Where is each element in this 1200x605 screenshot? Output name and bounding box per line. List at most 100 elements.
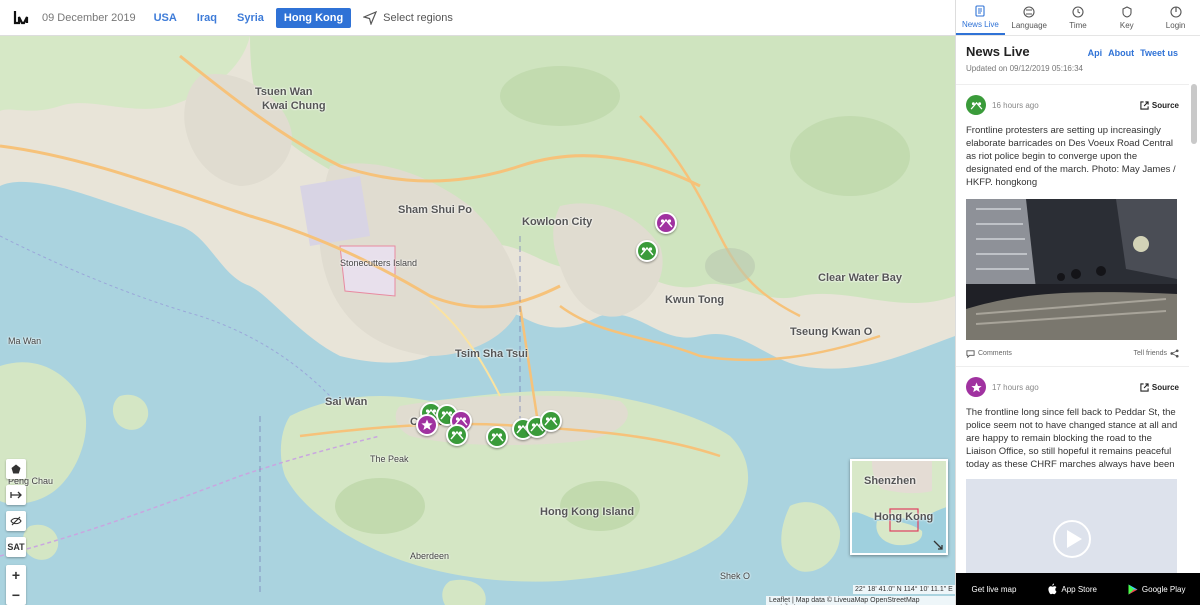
news-video[interactable] <box>966 479 1177 573</box>
external-link-icon <box>1140 382 1149 392</box>
liveuamap-logo[interactable] <box>6 0 36 36</box>
map-tools: SAT + − <box>6 459 26 605</box>
star-icon <box>970 381 982 392</box>
about-link[interactable]: About <box>1108 48 1134 58</box>
label-tsim-sha-tsui: Tsim Sha Tsui <box>455 348 528 360</box>
measure-tool-button[interactable] <box>6 485 26 505</box>
event-marker[interactable] <box>636 240 658 262</box>
minimap-label-shenzhen: Shenzhen <box>864 475 916 487</box>
event-marker[interactable] <box>540 410 562 432</box>
label-aberdeen: Aberdeen <box>410 551 450 561</box>
source-link[interactable]: Source <box>1140 383 1179 392</box>
panel-nav: News Live Language Time Key Login <box>956 0 1200 36</box>
label-sai-wan: Sai Wan <box>325 396 368 408</box>
last-updated: Updated on 09/12/2019 05:16:34 <box>966 64 1083 73</box>
card-header: 17 hours ago Source <box>966 377 1179 397</box>
card-footer: Comments Tell friends <box>966 349 1179 358</box>
app-store-label: App Store <box>1061 584 1097 594</box>
map-base-layer <box>0 36 955 605</box>
event-marker[interactable] <box>486 426 508 448</box>
event-marker-star[interactable] <box>416 414 438 436</box>
share-icon <box>1170 349 1179 358</box>
nav-language[interactable]: Language <box>1005 0 1054 35</box>
get-live-map-label: Get live map <box>971 584 1017 594</box>
tweet-us-link[interactable]: Tweet us <box>1140 48 1178 58</box>
label-hong-kong-island: Hong Kong Island <box>540 506 635 518</box>
satellite-toggle-button[interactable]: SAT <box>6 537 26 557</box>
play-icon <box>1053 520 1091 558</box>
region-usa[interactable]: USA <box>146 8 185 28</box>
polygon-tool-button[interactable] <box>6 459 26 479</box>
label-the-peak: The Peak <box>370 454 409 464</box>
google-play-icon <box>1128 584 1138 594</box>
comments-button[interactable]: Comments <box>966 349 1012 358</box>
zoom-in-button[interactable]: + <box>6 565 26 585</box>
hide-layer-button[interactable] <box>6 511 26 531</box>
eye-off-icon <box>10 516 22 526</box>
protest-icon <box>640 246 654 256</box>
nav-key[interactable]: Key <box>1102 0 1151 35</box>
event-marker[interactable] <box>655 212 677 234</box>
label-tseung-kwan-o: Tseung Kwan O <box>790 326 873 338</box>
event-marker[interactable] <box>446 424 468 446</box>
card-category-badge <box>966 377 986 397</box>
nav-news-live-label: News Live <box>961 19 999 29</box>
apple-icon <box>1048 583 1057 595</box>
map-canvas[interactable]: Tsuen Wan Kwai Chung Sham Shui Po Kowloo… <box>0 36 955 605</box>
external-link-icon <box>1140 100 1149 110</box>
barricade-photo <box>966 199 1177 340</box>
source-label: Source <box>1151 100 1179 110</box>
news-card[interactable]: 16 hours ago Source Frontline protesters… <box>956 84 1189 366</box>
key-icon <box>1122 5 1132 18</box>
current-date: 09 December 2019 <box>42 11 136 24</box>
google-play-label: Google Play <box>1141 584 1186 594</box>
protest-icon <box>544 416 558 426</box>
feed-scrollbar[interactable] <box>1191 84 1197 144</box>
clock-icon <box>1072 5 1084 18</box>
label-sham-shui-po: Sham Shui Po <box>398 204 472 216</box>
minimap-label-hong-kong: Hong Kong <box>874 511 934 523</box>
map-attribution[interactable]: Leaflet | Map data © LiveuaMap OpenStree… <box>766 596 955 605</box>
panel-header: News Live Updated on 09/12/2019 05:16:34… <box>956 36 1200 78</box>
select-regions-button[interactable]: Select regions <box>363 10 453 25</box>
region-hong-kong[interactable]: Hong Kong <box>275 7 352 28</box>
star-icon <box>421 419 433 430</box>
get-live-map-link[interactable]: Get live map <box>971 585 1016 594</box>
arrows-horizontal-icon <box>10 491 22 499</box>
top-bar: 09 December 2019 USA Iraq Syria Hong Kon… <box>0 0 955 36</box>
news-card[interactable]: 17 hours ago Source The frontline long s… <box>956 366 1189 573</box>
region-iraq[interactable]: Iraq <box>189 8 225 28</box>
protest-icon <box>450 430 464 440</box>
nav-time[interactable]: Time <box>1054 0 1103 35</box>
card-text: The frontline long since fell back to Pe… <box>966 407 1178 470</box>
minimap[interactable]: Shenzhen Hong Kong <box>850 459 948 555</box>
tell-friends-button[interactable]: Tell friends <box>1134 349 1179 358</box>
comments-label: Comments <box>978 350 1012 357</box>
label-clear-water-bay: Clear Water Bay <box>818 272 902 284</box>
news-feed: 16 hours ago Source Frontline protesters… <box>956 84 1189 573</box>
language-icon <box>1023 5 1035 18</box>
nav-news-live[interactable]: News Live <box>956 0 1005 35</box>
news-photo[interactable] <box>966 199 1177 340</box>
region-syria[interactable]: Syria <box>229 8 272 28</box>
zoom-out-button[interactable]: − <box>6 585 26 605</box>
nav-login[interactable]: Login <box>1151 0 1200 35</box>
expand-icon[interactable] <box>933 540 943 550</box>
google-play-link[interactable]: Google Play <box>1128 584 1186 595</box>
source-link[interactable]: Source <box>1140 101 1179 110</box>
protest-icon <box>970 101 982 110</box>
polygon-icon <box>11 464 21 474</box>
news-panel: News Live Language Time Key Login News L… <box>955 0 1200 605</box>
api-link[interactable]: Api <box>1088 48 1103 58</box>
tell-friends-label: Tell friends <box>1133 350 1167 357</box>
card-time: 16 hours ago <box>992 100 1039 110</box>
protest-icon <box>490 432 504 442</box>
app-store-link[interactable]: App Store <box>1047 583 1097 595</box>
card-category-badge <box>966 95 986 115</box>
card-text: Frontline protesters are setting up incr… <box>966 125 1176 188</box>
news-icon <box>975 4 985 17</box>
protest-icon <box>659 218 673 228</box>
label-stonecutters: Stonecutters Island <box>340 258 418 268</box>
nav-key-label: Key <box>1119 20 1134 30</box>
card-time: 17 hours ago <box>992 382 1039 392</box>
